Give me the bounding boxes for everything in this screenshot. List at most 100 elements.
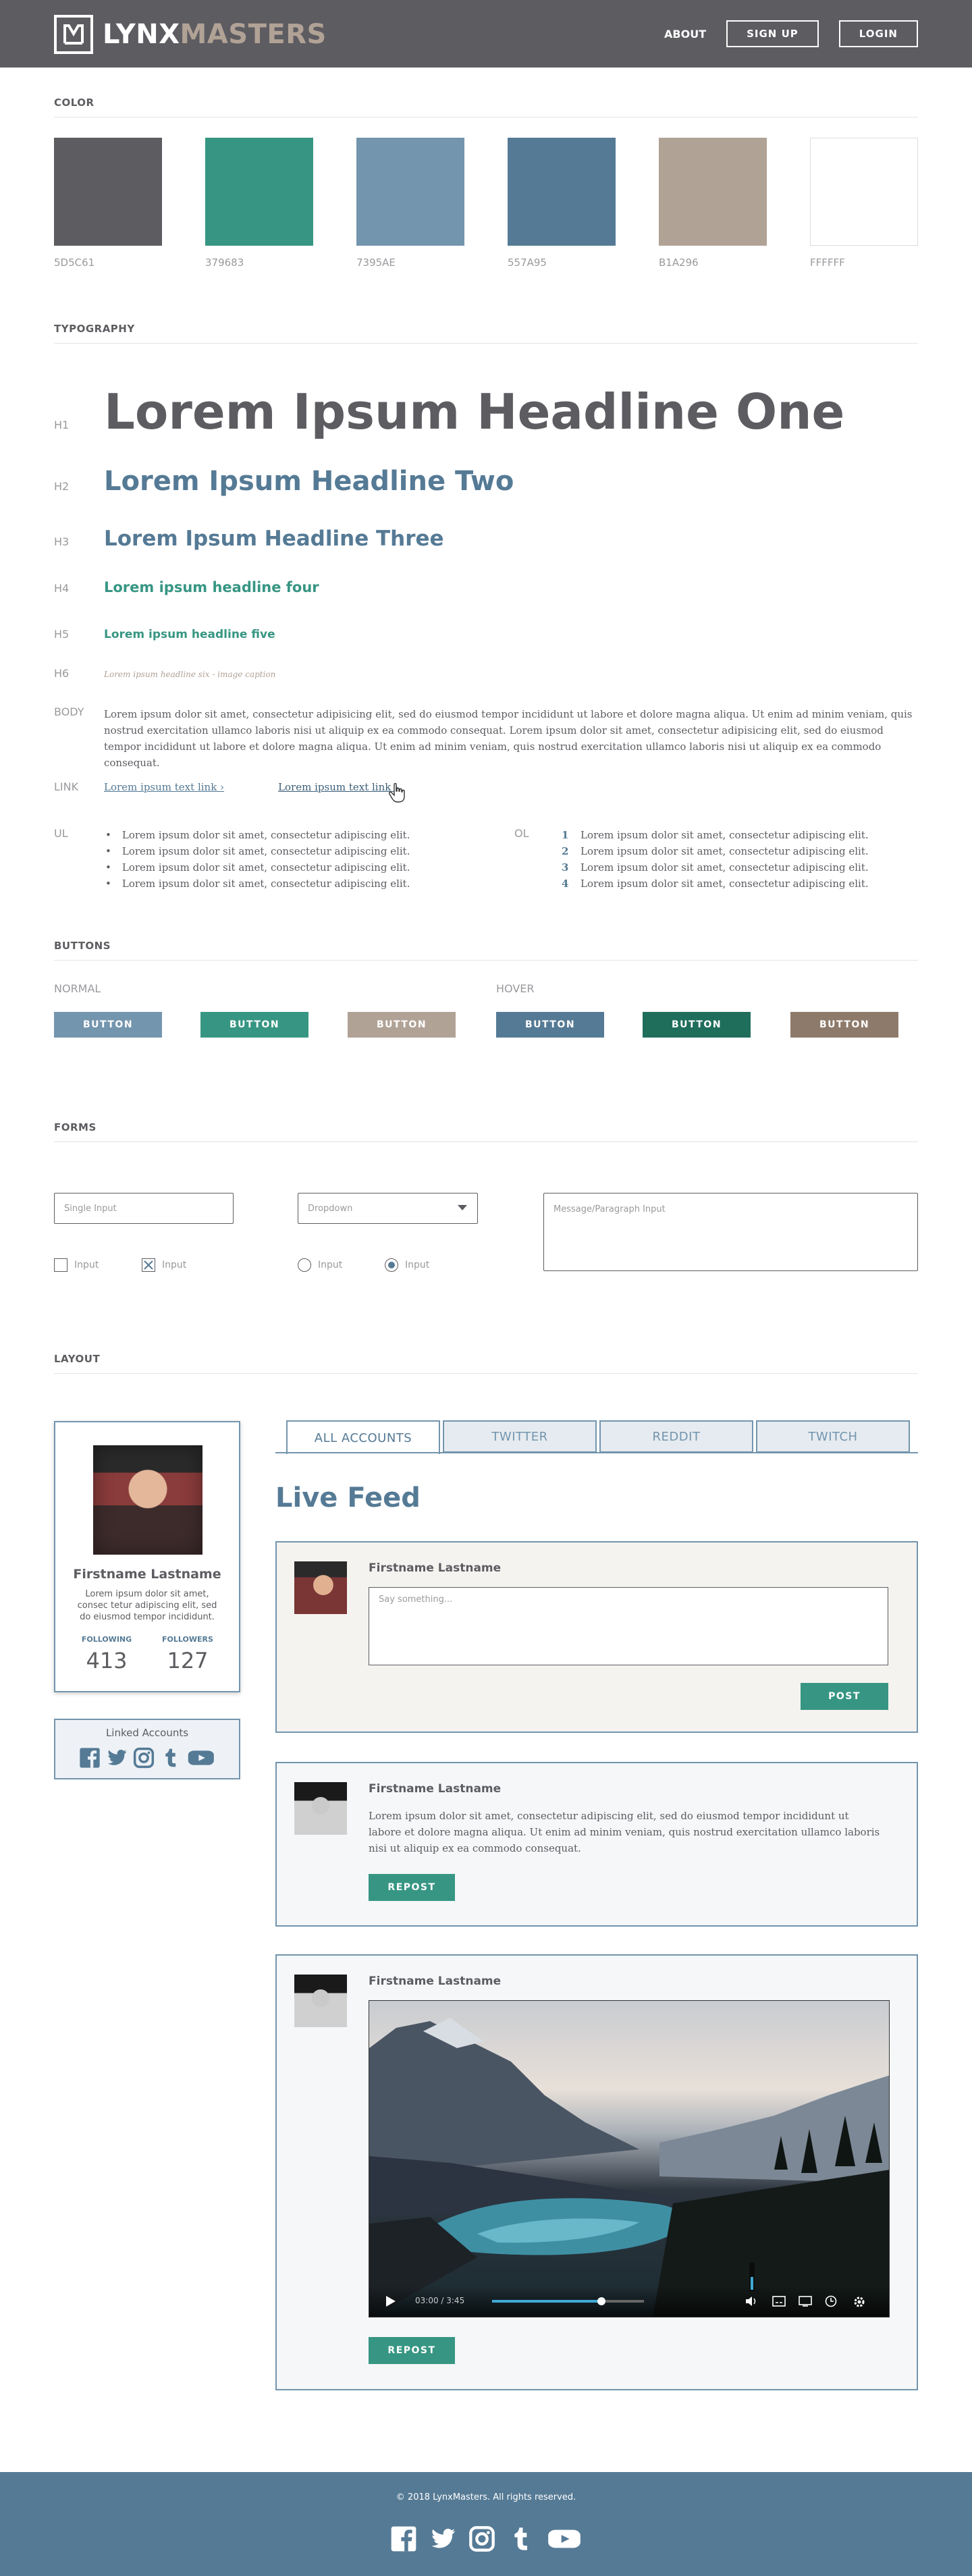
composer-textarea[interactable]: Say something... xyxy=(369,1587,888,1665)
video-player[interactable]: 03:00 / 3:45 xyxy=(369,2000,890,2317)
footer-copyright: © 2018 LynxMasters. All rights reserved. xyxy=(396,2492,576,2502)
single-input[interactable]: Single Input xyxy=(54,1193,234,1224)
volume-slider[interactable] xyxy=(749,2263,755,2291)
hand-cursor-icon xyxy=(389,782,406,806)
color-swatches: 5D5C61 379683 7395AE 557A95 B1A296 FFFFFF xyxy=(54,138,918,269)
nav-about-link[interactable]: ABOUT xyxy=(664,28,706,41)
swatch-color-box xyxy=(356,138,464,246)
play-icon[interactable] xyxy=(385,2295,396,2310)
sample-link[interactable]: Lorem ipsum text link › xyxy=(104,781,224,793)
sample-button-normal[interactable]: BUTTON xyxy=(54,1012,162,1038)
following-count: 413 xyxy=(86,1648,128,1673)
post2-repost-button[interactable]: REPOST xyxy=(369,2337,455,2364)
signup-button[interactable]: SIGN UP xyxy=(726,20,819,47)
login-button[interactable]: LOGIN xyxy=(838,20,918,47)
volume-level xyxy=(751,2277,753,2290)
sample-link-hover[interactable]: Lorem ipsum text link › xyxy=(278,781,398,793)
type-key-h2: H2 xyxy=(54,480,70,493)
instagram-icon[interactable] xyxy=(468,2525,495,2555)
type-key-h3: H3 xyxy=(54,535,70,548)
section-title-typography: TYPOGRAPHY xyxy=(54,323,918,344)
mountain-landscape-image xyxy=(369,2018,889,2317)
site-footer: © 2018 LynxMasters. All rights reserved. xyxy=(0,2472,972,2576)
post2-author: Firstname Lastname xyxy=(369,1975,502,1988)
checkbox-checked[interactable]: Input xyxy=(142,1258,186,1272)
tab-all-accounts[interactable]: ALL ACCOUNTS xyxy=(286,1420,440,1454)
volume-icon[interactable] xyxy=(745,2295,758,2310)
settings-gear-icon[interactable] xyxy=(853,2295,866,2311)
type-key-h6: H6 xyxy=(54,667,70,680)
swatch-hex-label: 557A95 xyxy=(508,257,547,269)
post1-repost-button[interactable]: REPOST xyxy=(369,1874,455,1901)
video-progress-knob[interactable] xyxy=(597,2297,605,2305)
linked-accounts-title: Linked Accounts xyxy=(105,1727,189,1739)
button-samples: BUTTON BUTTON BUTTON BUTTON BUTTON BUTTON xyxy=(54,1012,899,1038)
sample-button-normal[interactable]: BUTTON xyxy=(200,1012,308,1038)
twitter-icon[interactable] xyxy=(429,2525,456,2555)
composer-avatar xyxy=(294,1561,347,1614)
logo[interactable]: LYNXMASTERS xyxy=(54,15,327,54)
followers-count: 127 xyxy=(167,1648,209,1673)
ul-list-item: Lorem ipsum dolor sit amet, consectetur … xyxy=(104,859,502,876)
section-title-layout: LAYOUT xyxy=(54,1353,918,1374)
color-swatch: FFFFFF xyxy=(810,138,918,269)
profile-name: Firstname Lastname xyxy=(73,1567,221,1582)
type-key-ul: UL xyxy=(54,827,68,840)
tab-reddit[interactable]: REDDIT xyxy=(599,1420,753,1453)
message-textarea[interactable]: Message/Paragraph Input xyxy=(543,1193,918,1271)
ol-text: Lorem ipsum dolor sit amet, consectetur … xyxy=(580,829,869,841)
sample-button-hover[interactable]: BUTTON xyxy=(790,1012,898,1038)
facebook-icon[interactable] xyxy=(390,2525,417,2555)
swatch-color-box xyxy=(54,138,162,246)
tumblr-icon[interactable] xyxy=(160,1747,182,1771)
linked-accounts: Linked Accounts xyxy=(54,1719,240,1779)
checkbox-unchecked[interactable]: Input xyxy=(54,1258,99,1272)
sample-button-normal[interactable]: BUTTON xyxy=(348,1012,456,1038)
twitter-icon[interactable] xyxy=(106,1747,128,1771)
logo-mark-icon xyxy=(54,15,93,54)
profile-card: Firstname Lastname Lorem ipsum dolor sit… xyxy=(54,1421,240,1692)
youtube-icon[interactable] xyxy=(547,2525,582,2555)
clock-icon[interactable] xyxy=(825,2295,837,2310)
sample-button-hover[interactable]: BUTTON xyxy=(496,1012,604,1038)
swatch-color-box xyxy=(810,138,918,246)
color-swatch: 7395AE xyxy=(356,138,464,269)
cast-icon[interactable] xyxy=(799,2296,812,2309)
youtube-icon[interactable] xyxy=(187,1747,215,1771)
dropdown-select[interactable]: Dropdown xyxy=(298,1193,478,1224)
tab-twitter[interactable]: TWITTER xyxy=(443,1420,597,1453)
video-time: 03:00 / 3:45 xyxy=(415,2296,465,2305)
swatch-color-box xyxy=(205,138,313,246)
site-header: LYNXMASTERS ABOUT SIGN UP LOGIN xyxy=(0,0,972,68)
layout-section: LAYOUT xyxy=(0,1353,972,1374)
buttons-normal-label: NORMAL xyxy=(54,982,101,995)
profile-avatar xyxy=(93,1445,202,1555)
swatch-color-box xyxy=(659,138,767,246)
color-swatch: 5D5C61 xyxy=(54,138,162,269)
color-section: COLOR 5D5C61 379683 7395AE 557A95 B1A296 FFFF… xyxy=(0,97,972,269)
tab-twitch[interactable]: TWITCH xyxy=(756,1420,910,1453)
instagram-icon[interactable] xyxy=(133,1747,155,1771)
footer-social-icons xyxy=(0,2525,972,2555)
sample-ul: Lorem ipsum dolor sit amet, consectetur … xyxy=(104,827,502,892)
section-title-forms: FORMS xyxy=(54,1121,918,1142)
sample-button-hover[interactable]: BUTTON xyxy=(643,1012,751,1038)
composer-author: Firstname Lastname xyxy=(369,1561,502,1575)
post-button[interactable]: POST xyxy=(801,1683,888,1710)
check-x-icon xyxy=(142,1258,155,1272)
video-progress-fill xyxy=(492,2300,601,2303)
captions-icon[interactable] xyxy=(772,2296,786,2309)
radio-selected[interactable]: Input xyxy=(385,1258,429,1272)
swatch-color-box xyxy=(508,138,616,246)
logo-text: LYNXMASTERS xyxy=(103,19,327,50)
post1-text: Lorem ipsum dolor sit amet, consectetur … xyxy=(369,1810,880,1854)
tumblr-icon[interactable] xyxy=(508,2525,535,2555)
ol-text: Lorem ipsum dolor sit amet, consectetur … xyxy=(580,861,869,874)
radio-unselected[interactable]: Input xyxy=(298,1258,342,1272)
ul-list-item: Lorem ipsum dolor sit amet, consectetur … xyxy=(104,843,502,859)
facebook-icon[interactable] xyxy=(79,1747,101,1771)
sample-ol: 1 Lorem ipsum dolor sit amet, consectetur… xyxy=(562,827,869,892)
dropdown-arrow-icon xyxy=(457,1204,468,1214)
video-progress-track[interactable] xyxy=(492,2297,644,2305)
swatch-hex-label: FFFFFF xyxy=(810,257,845,269)
